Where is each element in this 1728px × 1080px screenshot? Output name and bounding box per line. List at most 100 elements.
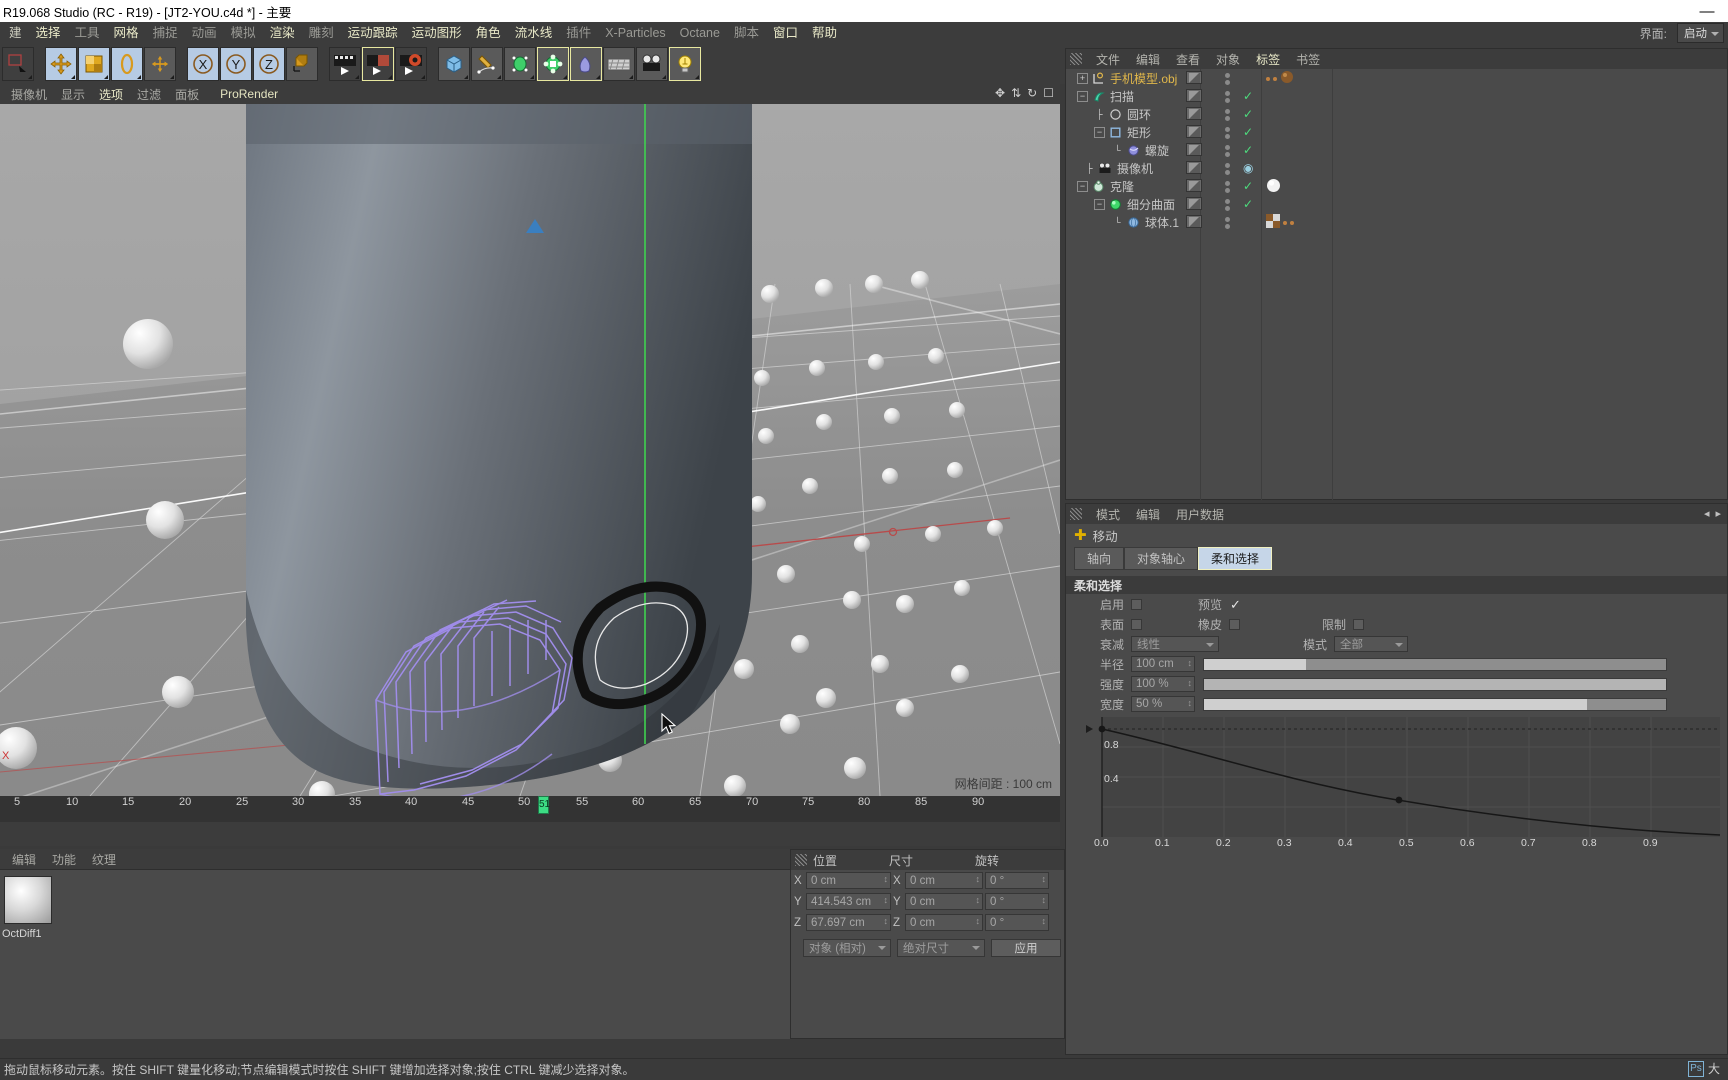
material-menu-texture[interactable]: 纹理 [84,851,124,868]
object-row-circle[interactable]: ├ 圆环 ✓ [1066,105,1728,123]
om-menu-file[interactable]: 文件 [1088,51,1128,68]
enabled-check-icon[interactable]: ✓ [1243,179,1253,193]
material-tag-icon[interactable] [1266,178,1281,196]
falloff-curve-svg[interactable] [1080,717,1720,847]
enabled-check-icon[interactable]: ✓ [1243,143,1253,157]
object-row-sphere[interactable]: └ 球体.1 [1066,213,1728,231]
lock-z-axis-button[interactable]: Z [253,47,285,81]
add-spline-pen-button[interactable] [471,47,503,81]
menu-item-create[interactable]: 建 [2,22,29,44]
object-row-subdivision-surface[interactable]: − 细分曲面 ✓ [1066,195,1728,213]
menu-item-mesh[interactable]: 网格 [107,22,146,44]
object-visibility-tag[interactable] [1186,89,1202,102]
falloff-curve-graph[interactable]: 0.8 0.4 0.0 0.1 0.2 0.3 0.4 0.5 0.6 0.7 … [1080,717,1720,849]
menu-item-tools[interactable]: 工具 [68,22,107,44]
viewport-menu-panel[interactable]: 面板 [168,86,206,103]
am-menu-mode[interactable]: 模式 [1088,506,1128,523]
object-visibility-tag[interactable] [1186,143,1202,156]
object-manager[interactable]: 文件 编辑 查看 对象 标签 书签 + 手机模型.obj − 扫描 ✓ ├ 圆环… [1065,48,1728,500]
maximize-view-icon[interactable]: ☐ [1043,86,1054,100]
menu-item-select[interactable]: 选择 [29,22,68,44]
visibility-dots-icon[interactable] [1225,217,1231,231]
add-light-button[interactable] [669,47,701,81]
enabled-check-icon[interactable]: ✓ [1243,89,1253,103]
strength-slider[interactable] [1203,677,1667,691]
panel-grip-icon[interactable] [795,854,807,866]
menu-item-motion-tracker[interactable]: 运动跟踪 [341,22,405,44]
texture-tag-icon[interactable] [1266,214,1280,231]
tab-axis[interactable]: 轴向 [1074,547,1125,570]
material-menu-edit[interactable]: 编辑 [4,851,44,868]
rotation-b-input[interactable]: 0 ° ↕ [985,914,1049,931]
rotation-h-input[interactable]: 0 ° ↕ [985,872,1049,889]
ps-icon[interactable]: Ps [1687,1060,1704,1077]
visibility-dots-icon[interactable] [1225,181,1231,195]
expander-icon[interactable]: − [1094,198,1105,210]
rotate-view-icon[interactable]: ↻ [1027,86,1037,100]
visibility-dots-icon[interactable] [1225,91,1231,105]
menu-item-mograph[interactable]: 运动图形 [405,22,469,44]
forward-arrow-icon[interactable]: ▸ [1715,507,1721,520]
add-deformer-button[interactable] [537,47,569,81]
width-slider[interactable] [1203,697,1667,711]
menu-item-animate[interactable]: 动画 [185,22,224,44]
attribute-manager[interactable]: 模式 编辑 用户数据 ◂ ▸ ✚ 移动 轴向 对象轴心 柔和选择 柔和选择 启用… [1065,503,1728,1055]
enable-checkbox[interactable] [1131,598,1142,610]
object-visibility-tag[interactable] [1186,161,1202,174]
viewport-3d-scene[interactable] [0,104,1060,796]
back-arrow-icon[interactable]: ◂ [1704,507,1710,520]
add-camera-button[interactable] [636,47,668,81]
add-field-button[interactable] [570,47,602,81]
layout-combobox[interactable]: 启动 [1677,23,1724,43]
menu-item-render[interactable]: 渲染 [263,22,302,44]
object-row-rectangle[interactable]: − 矩形 ✓ [1066,123,1728,141]
surface-checkbox[interactable] [1131,618,1142,630]
render-to-picture-viewer-button[interactable] [362,47,394,81]
object-visibility-tag[interactable] [1186,197,1202,210]
object-row-helix[interactable]: └ 螺旋 ✓ [1066,141,1728,159]
coord-mode-dropdown[interactable]: 对象 (相对) [803,939,891,957]
add-generator-button[interactable] [504,47,536,81]
timeline-current-frame-marker[interactable]: 51 [538,796,550,814]
position-z-input[interactable]: 67.697 cm ↕ [806,914,891,931]
visibility-dots-icon[interactable] [1225,163,1231,177]
pan-view-icon[interactable]: ✥ [995,86,1005,100]
object-visibility-tag[interactable] [1186,107,1202,120]
viewport-menu-prorender[interactable]: ProRender [206,87,285,101]
camera-tag-icon[interactable]: ◉ [1243,161,1253,175]
timeline-ruler[interactable]: 5 10 15 20 25 30 35 40 45 50 55 60 65 70… [0,796,1060,822]
position-x-input[interactable]: 0 cm ↕ [806,872,891,889]
menu-item-character[interactable]: 角色 [469,22,508,44]
panel-grip-icon[interactable] [1070,53,1082,65]
menu-item-snap[interactable]: 捕捉 [146,22,185,44]
radius-input[interactable]: 100 cm ↕ [1131,656,1195,672]
object-visibility-tag[interactable] [1186,71,1202,84]
menu-item-octane[interactable]: Octane [673,22,727,44]
width-input[interactable]: 50 % ↕ [1131,696,1195,712]
object-row-sweep[interactable]: − 扫描 ✓ [1066,87,1728,105]
texture-tag-icon[interactable] [1280,70,1294,87]
size-z-input[interactable]: 0 cm ↕ [905,914,983,931]
mode-dropdown[interactable]: 全部 [1334,636,1408,652]
preview-checkbox[interactable]: ✓ [1230,598,1241,611]
object-visibility-tag[interactable] [1186,179,1202,192]
om-menu-object[interactable]: 对象 [1208,51,1248,68]
viewport-menu-filter[interactable]: 过滤 [130,86,168,103]
coordinate-manager[interactable]: 位置 尺寸 旋转 X 0 cm ↕ X 0 cm ↕ 0 ° ↕ Y 414.543 … [790,849,1065,1039]
viewport-menu-display[interactable]: 显示 [54,86,92,103]
tab-object-axis[interactable]: 对象轴心 [1124,547,1199,570]
size-y-input[interactable]: 0 cm ↕ [905,893,983,910]
dolly-view-icon[interactable]: ⇅ [1011,86,1021,100]
viewport[interactable]: 摄像机 显示 选项 过滤 面板 ProRender ✥ ⇅ ↻ ☐ 网格间距:… [0,84,1060,796]
expander-icon[interactable]: − [1094,126,1105,138]
material-manager-panel[interactable]: OctDiff1 [0,869,790,1039]
expander-icon[interactable]: − [1077,180,1088,192]
am-menu-user-data[interactable]: 用户数据 [1168,506,1232,523]
menu-item-plugins[interactable]: 插件 [559,22,598,44]
rotate-tool-button[interactable] [111,47,143,81]
render-view-button[interactable] [329,47,361,81]
menu-item-pipeline[interactable]: 流水线 [508,22,560,44]
object-tree[interactable]: + 手机模型.obj − 扫描 ✓ ├ 圆环 ✓ − 矩形 ✓ └ 螺旋 ✓ ├… [1066,69,1728,231]
rotation-p-input[interactable]: 0 ° ↕ [985,893,1049,910]
om-menu-tags[interactable]: 标签 [1248,51,1288,68]
